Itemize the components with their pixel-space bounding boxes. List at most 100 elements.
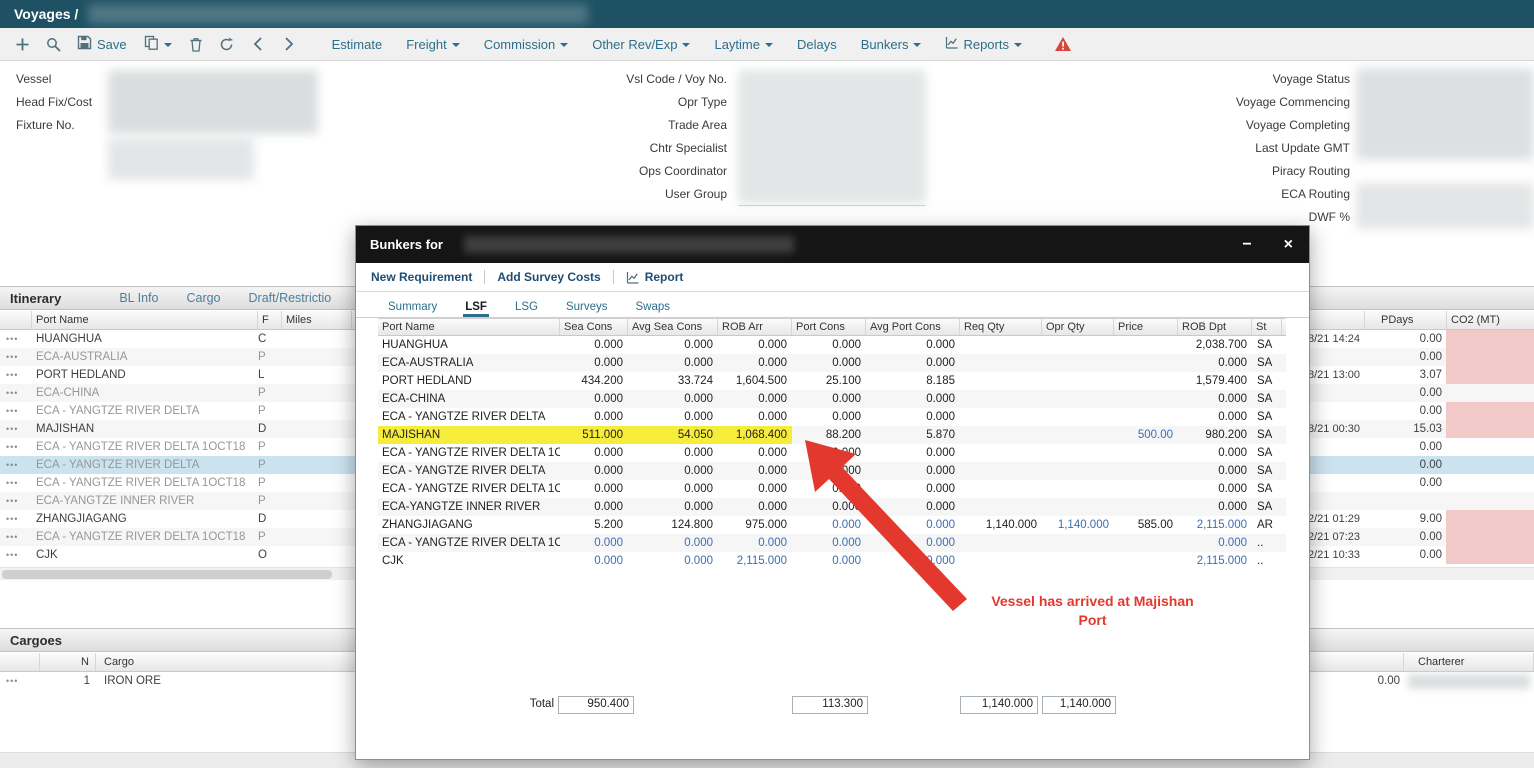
forward-button[interactable]: [277, 32, 301, 56]
column-header-rob-dpt[interactable]: ROB Dpt: [1178, 319, 1252, 335]
row-menu-button[interactable]: •••: [0, 348, 32, 366]
minimize-button[interactable]: −: [1242, 237, 1251, 253]
itinerary-row-right-huanghua[interactable]: 8/21 14:240.00: [1300, 330, 1534, 348]
menu-delays[interactable]: Delays: [797, 37, 837, 52]
row-menu-button[interactable]: •••: [0, 546, 32, 564]
bunker-row-eca-yangtze-river-delta-1oct18[interactable]: ECA - YANGTZE RIVER DELTA 1OCT180.0000.0…: [378, 480, 1286, 498]
tab-lsf[interactable]: LSF: [463, 296, 489, 317]
column-header-f[interactable]: F: [258, 311, 282, 329]
cargoes-title[interactable]: Cargoes: [0, 633, 62, 648]
bunker-row-majishan[interactable]: MAJISHAN511.00054.0501,068.40088.2005.87…: [378, 426, 1286, 444]
row-menu-button[interactable]: •••: [0, 492, 32, 510]
bunker-row-eca-yangtze-river-delta[interactable]: ECA - YANGTZE RIVER DELTA0.0000.0000.000…: [378, 462, 1286, 480]
itinerary-tab-cargo[interactable]: Cargo: [186, 291, 220, 305]
itinerary-row-right-eca-yangtze-river-delta[interactable]: 0.00: [1300, 456, 1534, 474]
column-header-sea-cons[interactable]: Sea Cons: [560, 319, 628, 335]
itinerary-row-eca-china[interactable]: •••ECA-CHINAP: [0, 384, 355, 402]
row-menu-button[interactable]: •••: [0, 330, 32, 348]
column-header-pdays[interactable]: PDays: [1364, 311, 1446, 329]
scrollbar-thumb[interactable]: [2, 570, 332, 579]
tab-swaps[interactable]: Swaps: [634, 296, 673, 317]
itinerary-row-cjk[interactable]: •••CJKO: [0, 546, 355, 564]
menu-laytime[interactable]: Laytime: [714, 37, 773, 52]
itinerary-row-right-eca-yangtze-inner-river[interactable]: [1300, 492, 1534, 510]
row-menu-button[interactable]: •••: [0, 366, 32, 384]
row-menu-button[interactable]: •••: [0, 438, 32, 456]
bunker-row-huanghua[interactable]: HUANGHUA0.0000.0000.0000.0000.0002,038.7…: [378, 336, 1286, 354]
validation-warning-icon[interactable]: [1051, 32, 1075, 56]
bunker-row-cjk[interactable]: CJK0.0000.0002,115.0000.0000.0002,115.00…: [378, 552, 1286, 570]
column-header-port-cons[interactable]: Port Cons: [792, 319, 866, 335]
itinerary-row-right-eca-yangtze-river-delta-1oct18[interactable]: 0.00: [1300, 474, 1534, 492]
bunker-row-eca-yangtze-river-delta-1oct18[interactable]: ECA - YANGTZE RIVER DELTA 1OCT180.0000.0…: [378, 444, 1286, 462]
column-header-req-qty[interactable]: Req Qty: [960, 319, 1042, 335]
column-header-charterer[interactable]: Charterer: [1404, 653, 1534, 671]
column-header-n[interactable]: N: [40, 653, 96, 671]
modal-menu-new-requirement[interactable]: New Requirement: [371, 270, 472, 284]
menu-estimate[interactable]: Estimate: [332, 37, 383, 52]
column-header-opr-qty[interactable]: Opr Qty: [1042, 319, 1114, 335]
itinerary-row-eca-yangtze-river-delta-1oct18[interactable]: •••ECA - YANGTZE RIVER DELTA 1OCT18P: [0, 438, 355, 456]
row-menu-button[interactable]: •••: [0, 474, 32, 492]
itinerary-row-eca-yangtze-river-delta[interactable]: •••ECA - YANGTZE RIVER DELTAP: [0, 402, 355, 420]
itinerary-tab-bl-info[interactable]: BL Info: [119, 291, 158, 305]
itinerary-row-eca-yangtze-river-delta[interactable]: •••ECA - YANGTZE RIVER DELTAP: [0, 456, 355, 474]
breadcrumb[interactable]: Voyages /: [14, 6, 78, 22]
bunker-row-port-hedland[interactable]: PORT HEDLAND434.20033.7241,604.50025.100…: [378, 372, 1286, 390]
column-header-st[interactable]: St: [1252, 319, 1282, 335]
menu-commission[interactable]: Commission: [484, 37, 569, 52]
row-menu-button[interactable]: •••: [0, 672, 40, 690]
itinerary-row-huanghua[interactable]: •••HUANGHUAC: [0, 330, 355, 348]
itinerary-row-right-eca-australia[interactable]: 0.00: [1300, 348, 1534, 366]
column-header-miles[interactable]: Miles: [282, 311, 352, 329]
itinerary-row-eca-yangtze-river-delta-1oct18[interactable]: •••ECA - YANGTZE RIVER DELTA 1OCT18P: [0, 528, 355, 546]
column-header-price[interactable]: Price: [1114, 319, 1178, 335]
column-header-port-name[interactable]: Port Name: [378, 319, 560, 335]
menu-reports[interactable]: Reports: [945, 36, 1022, 52]
row-menu-button[interactable]: •••: [0, 420, 32, 438]
row-menu-button[interactable]: •••: [0, 384, 32, 402]
itinerary-row-right-zhangjiagang[interactable]: 2/21 01:299.00: [1300, 510, 1534, 528]
itinerary-row-right-eca-yangtze-river-delta-1oct18[interactable]: 0.00: [1300, 438, 1534, 456]
itinerary-row-eca-australia[interactable]: •••ECA-AUSTRALIAP: [0, 348, 355, 366]
itinerary-row-majishan[interactable]: •••MAJISHAND: [0, 420, 355, 438]
delete-button[interactable]: [184, 32, 208, 56]
itinerary-row-right-port-hedland[interactable]: 8/21 13:003.07: [1300, 366, 1534, 384]
itinerary-row-zhangjiagang[interactable]: •••ZHANGJIAGANGD: [0, 510, 355, 528]
modal-menu-add-survey-costs[interactable]: Add Survey Costs: [497, 270, 600, 284]
itinerary-row-port-hedland[interactable]: •••PORT HEDLANDL: [0, 366, 355, 384]
tab-surveys[interactable]: Surveys: [564, 296, 610, 317]
bunker-row-eca-china[interactable]: ECA-CHINA0.0000.0000.0000.0000.0000.000S…: [378, 390, 1286, 408]
menu-bunkers[interactable]: Bunkers: [861, 37, 922, 52]
column-header-avg-port-cons[interactable]: Avg Port Cons: [866, 319, 960, 335]
save-button[interactable]: Save: [72, 35, 132, 53]
copy-button[interactable]: [139, 35, 177, 53]
refresh-button[interactable]: [215, 32, 239, 56]
back-button[interactable]: [246, 32, 270, 56]
itinerary-tab-draft-restrictio[interactable]: Draft/Restrictio: [249, 291, 332, 305]
itinerary-row-eca-yangtze-inner-river[interactable]: •••ECA-YANGTZE INNER RIVERP: [0, 492, 355, 510]
column-header-rob-arr[interactable]: ROB Arr: [718, 319, 792, 335]
itinerary-row-right-cjk[interactable]: 2/21 10:330.00: [1300, 546, 1534, 564]
itinerary-row-eca-yangtze-river-delta-1oct18[interactable]: •••ECA - YANGTZE RIVER DELTA 1OCT18P: [0, 474, 355, 492]
menu-other-rev-exp[interactable]: Other Rev/Exp: [592, 37, 690, 52]
bunker-row-eca-australia[interactable]: ECA-AUSTRALIA0.0000.0000.0000.0000.0000.…: [378, 354, 1286, 372]
tab-lsg[interactable]: LSG: [513, 296, 540, 317]
row-menu-button[interactable]: •••: [0, 456, 32, 474]
bunker-row-eca-yangtze-river-delta-1oct18[interactable]: ECA - YANGTZE RIVER DELTA 1OCT180.0000.0…: [378, 534, 1286, 552]
column-header-avg-sea-cons[interactable]: Avg Sea Cons: [628, 319, 718, 335]
modal-menu-report[interactable]: Report: [626, 270, 684, 284]
row-menu-button[interactable]: •••: [0, 510, 32, 528]
itinerary-row-right-eca-yangtze-river-delta[interactable]: 0.00: [1300, 402, 1534, 420]
column-header-port-name[interactable]: Port Name: [32, 311, 258, 329]
column-header-amount[interactable]: [1308, 653, 1404, 671]
bunker-row-eca-yangtze-inner-river[interactable]: ECA-YANGTZE INNER RIVER0.0000.0000.0000.…: [378, 498, 1286, 516]
row-menu-button[interactable]: •••: [0, 528, 32, 546]
tab-summary[interactable]: Summary: [386, 296, 439, 317]
itinerary-title[interactable]: Itinerary: [0, 291, 61, 306]
itinerary-row-right-majishan[interactable]: 8/21 00:3015.03: [1300, 420, 1534, 438]
menu-freight[interactable]: Freight: [406, 37, 459, 52]
row-menu-button[interactable]: •••: [0, 402, 32, 420]
bunker-row-zhangjiagang[interactable]: ZHANGJIAGANG5.200124.800975.0000.0000.00…: [378, 516, 1286, 534]
itinerary-row-right-eca-china[interactable]: 0.00: [1300, 384, 1534, 402]
